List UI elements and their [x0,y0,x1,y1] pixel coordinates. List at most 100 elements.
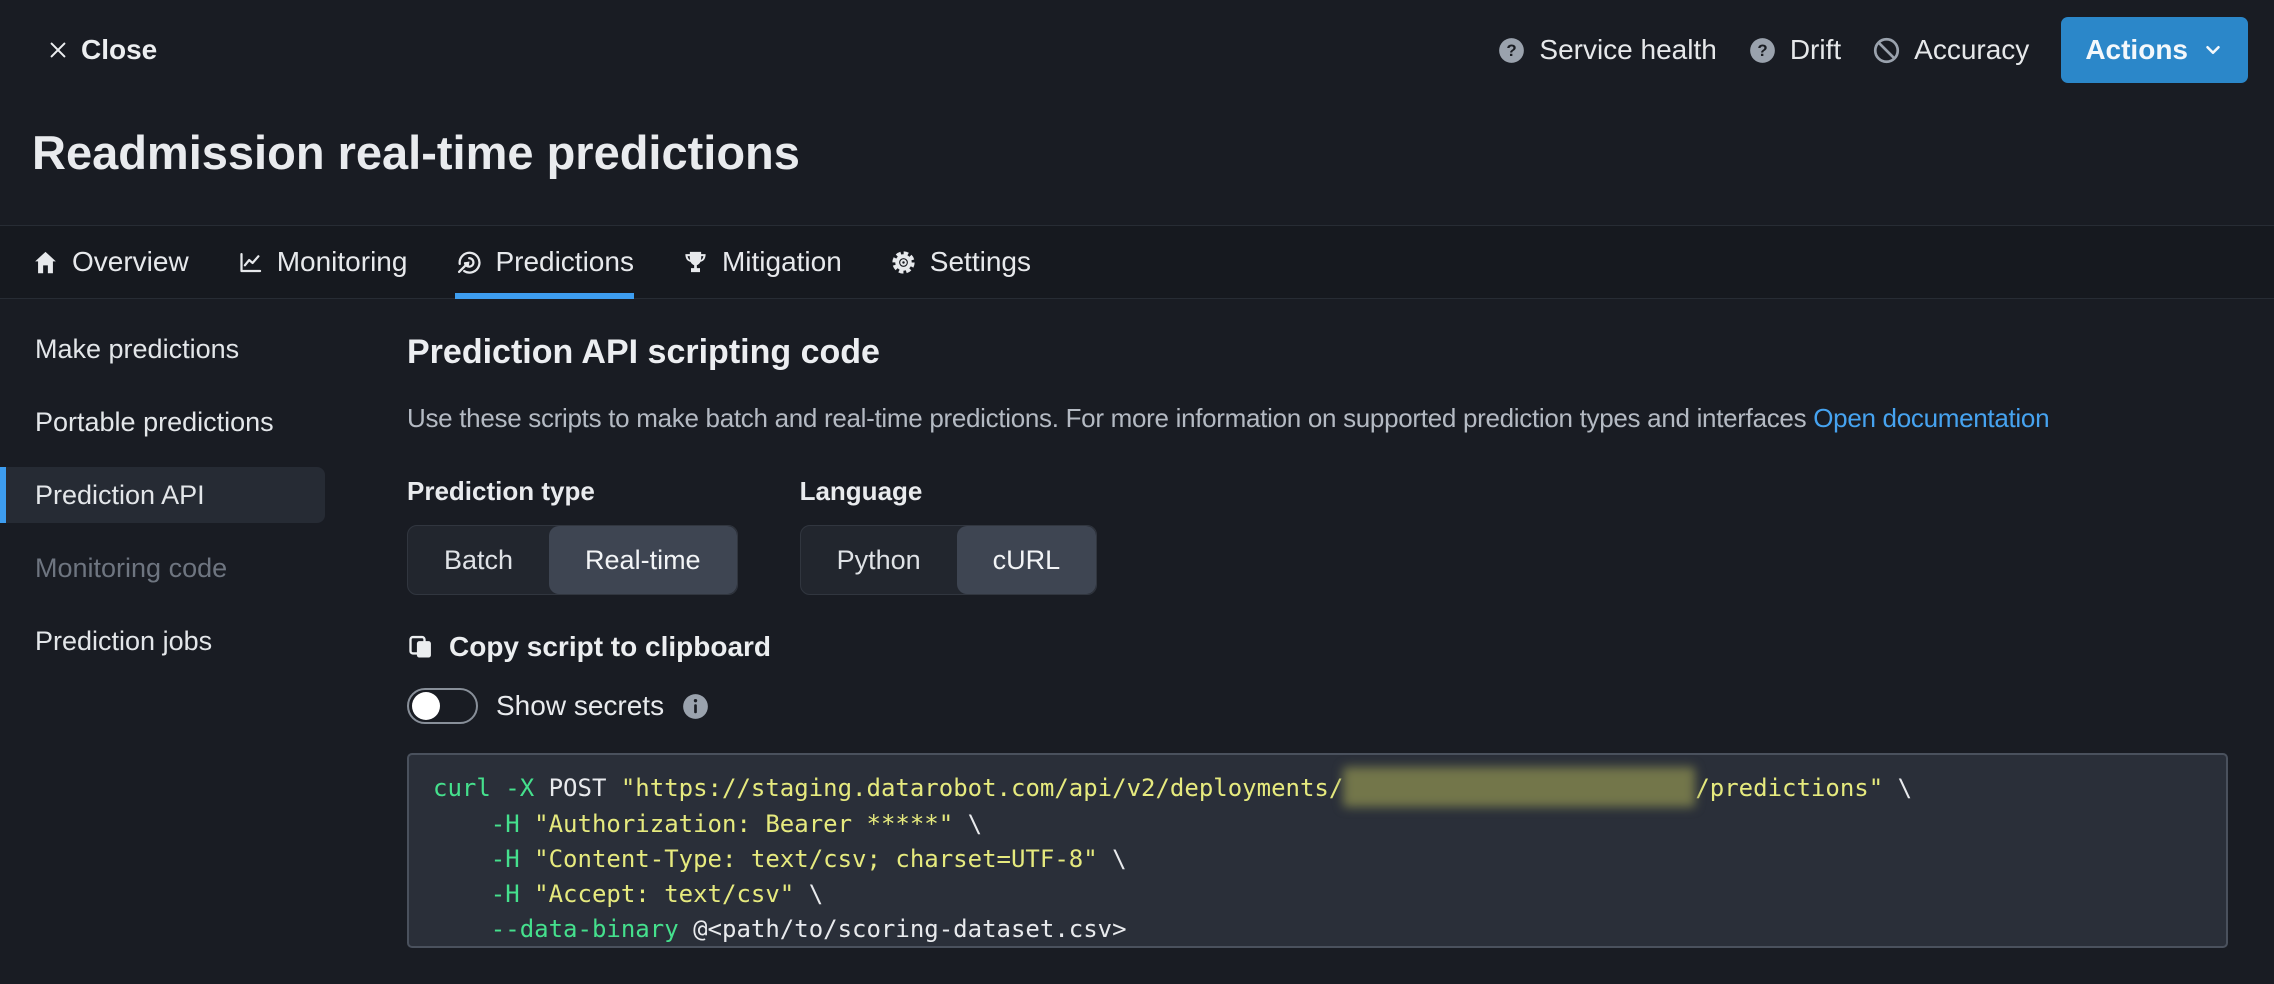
tab-label: Settings [930,246,1031,278]
open-documentation-link[interactable]: Open documentation [1813,403,2049,433]
segment-python[interactable]: Python [801,526,957,594]
code-line: -H "Content-Type: text/csv; charset=UTF-… [433,842,2226,877]
code-line: curl -X POST "https://staging.datarobot.… [433,767,2226,807]
status-label: Drift [1790,34,1841,66]
sidebar: Make predictions Portable predictions Pr… [0,299,380,948]
code-line: -H "Authorization: Bearer *****" \ [433,807,2226,842]
tab-label: Mitigation [722,246,842,278]
tab-settings[interactable]: Settings [890,226,1031,298]
prediction-type-segmented: Batch Real-time [407,525,738,595]
code-token: \ [1883,774,1912,802]
toggle-knob [412,692,440,720]
language-group: Language Python cURL [800,476,1098,595]
slash-circle-icon [1873,37,1900,64]
home-icon [32,249,59,276]
sidebar-item-label: Prediction jobs [35,626,212,657]
code-token: "https://staging.datarobot.com/api/v2/de… [621,774,1343,802]
section-heading: Prediction API scripting code [407,332,2228,372]
tab-label: Monitoring [277,246,408,278]
page-title: Readmission real-time predictions [32,125,2274,181]
close-button[interactable]: Close [47,34,157,66]
segment-curl[interactable]: cURL [957,526,1097,594]
close-label: Close [81,34,157,66]
top-bar: Close ? Service health ? [0,0,2274,100]
code-token [433,915,491,943]
main-panel: Prediction API scripting code Use these … [380,299,2228,948]
show-secrets-toggle[interactable] [407,688,478,724]
tab-bar: Overview Monitoring Predictions [0,225,2274,299]
language-segmented: Python cURL [800,525,1098,595]
segment-batch[interactable]: Batch [408,526,549,594]
tab-label: Overview [72,246,189,278]
code-token: /predictions" [1695,774,1883,802]
prediction-type-group: Prediction type Batch Real-time [407,476,738,595]
prediction-type-label: Prediction type [407,476,738,506]
sidebar-item-make-predictions[interactable]: Make predictions [0,321,380,377]
copy-label: Copy script to clipboard [449,631,771,663]
code-token: -H [491,880,534,908]
redacted-deployment-id [1343,767,1695,807]
copy-icon [407,633,435,661]
status-item-service-health[interactable]: ? Service health [1498,34,1716,66]
content: Make predictions Portable predictions Pr… [0,299,2274,948]
info-icon[interactable] [682,693,709,720]
gear-icon [890,249,917,276]
description-text: Use these scripts to make batch and real… [407,403,1806,433]
code-token: POST [549,774,621,802]
status-label: Service health [1539,34,1716,66]
question-circle-icon: ? [1749,37,1776,64]
copy-script-button[interactable]: Copy script to clipboard [407,631,771,663]
actions-label: Actions [2085,34,2188,66]
tab-predictions[interactable]: Predictions [455,226,634,298]
show-secrets-label: Show secrets [496,690,664,722]
controls-row: Prediction type Batch Real-time Language… [407,476,2228,595]
svg-text:?: ? [1757,41,1767,60]
sidebar-item-monitoring-code: Monitoring code [0,540,380,596]
code-token: -H [491,845,534,873]
topbar-right: ? Service health ? Drift [1498,17,2248,83]
tab-overview[interactable]: Overview [32,226,189,298]
svg-text:?: ? [1507,41,1517,60]
chevron-down-icon [2202,39,2224,61]
code-line: -H "Accept: text/csv" \ [433,877,2226,912]
question-circle-icon: ? [1498,37,1525,64]
language-label: Language [800,476,1098,506]
chart-line-icon [237,249,264,276]
code-token: \ [794,880,823,908]
tab-mitigation[interactable]: Mitigation [682,226,842,298]
code-block[interactable]: curl -X POST "https://staging.datarobot.… [407,753,2228,948]
close-icon [47,39,69,61]
sidebar-item-prediction-jobs[interactable]: Prediction jobs [0,613,380,669]
segment-real-time[interactable]: Real-time [549,526,737,594]
code-token [433,880,491,908]
sidebar-item-label: Make predictions [35,334,239,365]
status-item-drift[interactable]: ? Drift [1749,34,1841,66]
code-token: --data-binary [491,915,693,943]
sidebar-item-label: Prediction API [35,480,205,511]
sidebar-item-label: Monitoring code [35,553,227,584]
tab-monitoring[interactable]: Monitoring [237,226,408,298]
code-token: \ [1098,845,1127,873]
code-token: curl [433,774,505,802]
code-token: "Authorization: Bearer *****" [534,810,953,838]
code-line: --data-binary @<path/to/scoring-dataset.… [433,912,2226,947]
code-token: -X [505,774,548,802]
predictions-target-icon [455,249,482,276]
code-token: -H [491,810,534,838]
sidebar-item-label: Portable predictions [35,407,274,438]
code-token [433,845,491,873]
status-label: Accuracy [1914,34,2029,66]
code-token: "Accept: text/csv" [534,880,794,908]
code-token: @<path/to/scoring-dataset.csv> [693,915,1126,943]
app-root: Close ? Service health ? [0,0,2274,948]
code-token: \ [953,810,982,838]
sidebar-item-portable-predictions[interactable]: Portable predictions [0,394,380,450]
actions-button[interactable]: Actions [2061,17,2248,83]
status-item-accuracy[interactable]: Accuracy [1873,34,2029,66]
code-token [433,810,491,838]
code-token: "Content-Type: text/csv; charset=UTF-8" [534,845,1098,873]
sidebar-item-prediction-api[interactable]: Prediction API [0,467,325,523]
description: Use these scripts to make batch and real… [407,402,2228,434]
tab-label: Predictions [495,246,634,278]
trophy-icon [682,249,709,276]
